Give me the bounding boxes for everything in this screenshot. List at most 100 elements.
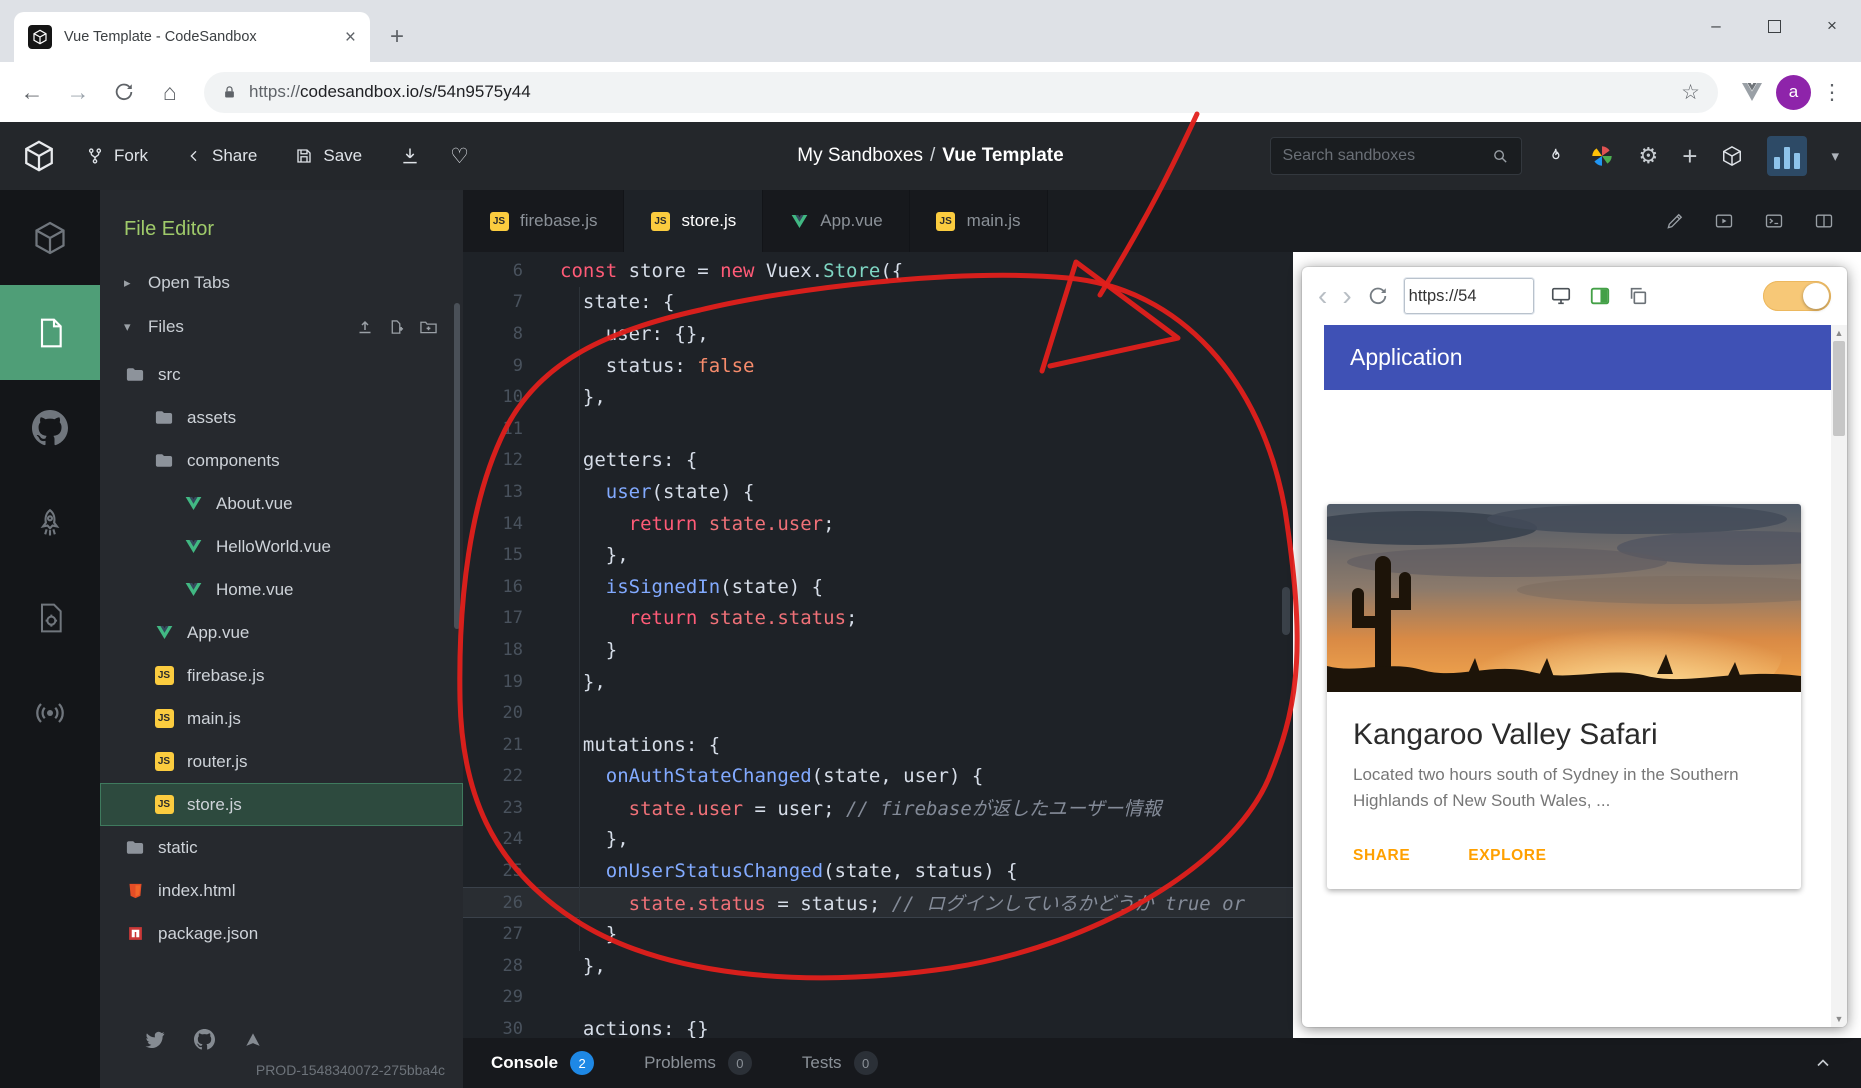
- bookmark-star-icon[interactable]: ☆: [1681, 80, 1700, 105]
- minimize-button[interactable]: –: [1687, 0, 1745, 52]
- share-button[interactable]: Share: [186, 146, 257, 166]
- code-line-27[interactable]: 27 }: [463, 918, 1293, 950]
- open-in-browser-icon[interactable]: [1549, 285, 1573, 307]
- code-line-30[interactable]: 30 actions: {}: [463, 1013, 1293, 1038]
- code-line-29[interactable]: 29: [463, 982, 1293, 1014]
- rail-config-file-icon[interactable]: [0, 570, 100, 665]
- duplicate-window-icon[interactable]: [1627, 285, 1649, 307]
- preview-toggle-icon[interactable]: [1713, 211, 1735, 231]
- new-sandbox-icon[interactable]: +: [1682, 143, 1697, 169]
- pen-nib-icon[interactable]: [243, 1030, 263, 1050]
- scroll-thumb[interactable]: [1833, 341, 1845, 436]
- responsive-split-icon[interactable]: [1588, 285, 1612, 307]
- browser-profile-avatar[interactable]: a: [1776, 74, 1811, 110]
- preview-back-icon[interactable]: ‹: [1318, 282, 1327, 310]
- trending-flame-icon[interactable]: [1546, 145, 1565, 167]
- statusbar-tab-problems[interactable]: Problems 0: [644, 1051, 752, 1075]
- preview-address-bar[interactable]: [1403, 278, 1534, 314]
- code-line-26[interactable]: 26 state.status = status; // ログインしているかどう…: [463, 886, 1293, 919]
- editor-tab-firebase.js[interactable]: JS firebase.js: [463, 190, 625, 252]
- upload-icon[interactable]: [357, 319, 373, 335]
- console-toggle-icon[interactable]: [1763, 211, 1785, 231]
- back-button[interactable]: ←: [10, 70, 54, 114]
- address-bar[interactable]: https://codesandbox.io/s/54n9575y44 ☆: [204, 71, 1718, 113]
- search-input[interactable]: [1282, 147, 1484, 165]
- like-heart-icon[interactable]: ♡: [450, 144, 469, 169]
- close-button[interactable]: ×: [1803, 0, 1861, 52]
- editor-scrollbar-thumb[interactable]: [1282, 587, 1290, 635]
- open-tabs-section[interactable]: ▸ Open Tabs: [100, 261, 463, 305]
- code-line-7[interactable]: 7 state: {: [463, 287, 1293, 319]
- code-line-22[interactable]: 22 onAuthStateChanged(state, user) {: [463, 761, 1293, 793]
- tree-item-App.vue[interactable]: App.vue: [100, 611, 463, 654]
- rail-file-editor-icon[interactable]: [0, 285, 100, 380]
- hot-reload-toggle[interactable]: [1763, 281, 1831, 311]
- preview-forward-icon[interactable]: ›: [1342, 282, 1351, 310]
- save-button[interactable]: Save: [295, 146, 362, 166]
- scroll-track[interactable]: [1833, 338, 1845, 1014]
- preview-refresh-icon[interactable]: [1367, 285, 1389, 307]
- editor-tab-main.js[interactable]: JS main.js: [909, 190, 1048, 252]
- tree-item-index.html[interactable]: index.html: [100, 869, 463, 912]
- sandbox-pinwheel-icon[interactable]: [1589, 143, 1615, 169]
- explore-action-button[interactable]: EXPLORE: [1468, 847, 1546, 865]
- tree-item-Home.vue[interactable]: Home.vue: [100, 568, 463, 611]
- download-icon[interactable]: [400, 146, 420, 166]
- maximize-button[interactable]: [1745, 0, 1803, 52]
- settings-gear-icon[interactable]: ⚙: [1639, 145, 1659, 167]
- code-line-12[interactable]: 12 getters: {: [463, 445, 1293, 477]
- code-line-6[interactable]: 6 const store = new Vuex.Store({: [463, 255, 1293, 287]
- code-line-16[interactable]: 16 isSignedIn(state) {: [463, 571, 1293, 603]
- breadcrumb-parent[interactable]: My Sandboxes: [797, 145, 923, 166]
- preview-scrollbar[interactable]: ▲ ▼: [1831, 325, 1847, 1027]
- expand-console-chevron-icon[interactable]: [1813, 1053, 1833, 1073]
- code-line-14[interactable]: 14 return state.user;: [463, 508, 1293, 540]
- tree-item-store.js[interactable]: JS store.js: [100, 783, 463, 826]
- tree-item-assets[interactable]: assets: [100, 396, 463, 439]
- dependencies-cube-icon[interactable]: [1721, 145, 1743, 167]
- tree-item-HelloWorld.vue[interactable]: HelloWorld.vue: [100, 525, 463, 568]
- code-line-8[interactable]: 8 user: {},: [463, 318, 1293, 350]
- editor-tab-store.js[interactable]: JS store.js: [624, 190, 764, 252]
- tab-close-icon[interactable]: ×: [345, 28, 356, 47]
- code-line-24[interactable]: 24 },: [463, 824, 1293, 856]
- code-line-23[interactable]: 23 state.user = user; // firebaseが返したユーザ…: [463, 792, 1293, 824]
- code-line-18[interactable]: 18 }: [463, 634, 1293, 666]
- files-section[interactable]: ▾ Files: [100, 305, 463, 349]
- code-editor[interactable]: 6 const store = new Vuex.Store({7 state: …: [463, 252, 1293, 1038]
- editor-tab-App.vue[interactable]: App.vue: [763, 190, 910, 252]
- code-line-13[interactable]: 13 user(state) {: [463, 476, 1293, 508]
- codesandbox-logo-icon[interactable]: [22, 139, 56, 173]
- code-line-17[interactable]: 17 return state.status;: [463, 603, 1293, 635]
- split-view-icon[interactable]: [1813, 211, 1835, 231]
- rail-github-icon[interactable]: [0, 380, 100, 475]
- tree-item-package.json[interactable]: package.json: [100, 912, 463, 955]
- browser-tab[interactable]: Vue Template - CodeSandbox ×: [14, 12, 370, 62]
- twitter-icon[interactable]: [144, 1030, 166, 1049]
- statusbar-tab-console[interactable]: Console 2: [491, 1051, 595, 1075]
- home-button[interactable]: ⌂: [148, 70, 192, 114]
- code-line-25[interactable]: 25 onUserStatusChanged(state, status) {: [463, 855, 1293, 887]
- tree-item-src[interactable]: src: [100, 353, 463, 396]
- prettify-pencil-icon[interactable]: [1665, 211, 1685, 231]
- vue-devtools-extension-icon[interactable]: [1730, 70, 1774, 114]
- preview-url-input[interactable]: [1408, 286, 1529, 306]
- sandbox-search[interactable]: [1269, 137, 1522, 175]
- code-line-20[interactable]: 20: [463, 697, 1293, 729]
- code-line-21[interactable]: 21 mutations: {: [463, 729, 1293, 761]
- code-line-10[interactable]: 10 },: [463, 381, 1293, 413]
- share-action-button[interactable]: SHARE: [1353, 847, 1410, 865]
- code-line-11[interactable]: 11: [463, 413, 1293, 445]
- reload-button[interactable]: [102, 70, 146, 114]
- user-avatar[interactable]: [1767, 136, 1808, 176]
- new-folder-icon[interactable]: [420, 319, 437, 335]
- code-line-19[interactable]: 19 },: [463, 666, 1293, 698]
- tree-item-static[interactable]: static: [100, 826, 463, 869]
- file-panel-scrollbar[interactable]: [454, 303, 460, 629]
- code-line-15[interactable]: 15 },: [463, 539, 1293, 571]
- tree-item-components[interactable]: components: [100, 439, 463, 482]
- user-menu-caret-icon[interactable]: ▾: [1831, 147, 1839, 165]
- scroll-up-icon[interactable]: ▲: [1835, 328, 1844, 338]
- fork-button[interactable]: Fork: [86, 146, 148, 166]
- forward-button[interactable]: →: [56, 70, 100, 114]
